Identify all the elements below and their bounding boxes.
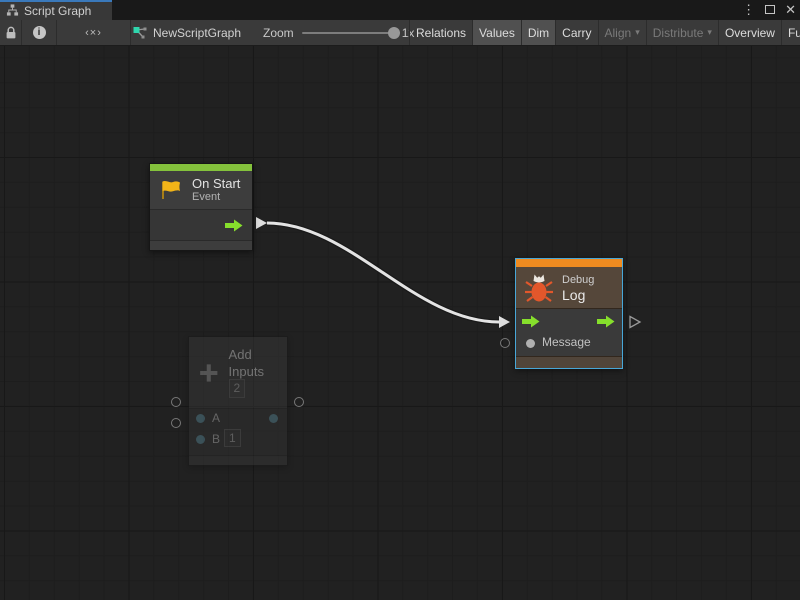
node-on-start[interactable]: On Start Event: [149, 163, 253, 251]
window-controls: ⋮ ✕: [742, 0, 796, 20]
script-graph-window: Script Graph ⋮ ✕ i ‹×›: [0, 0, 800, 600]
graph-toolbar: i ‹×› NewScriptGraph Zoom 1x Rel: [0, 20, 800, 46]
fullscreen-button[interactable]: Full S: [781, 20, 800, 45]
graph-name: NewScriptGraph: [153, 26, 241, 40]
port-a-label: A: [212, 411, 220, 425]
port-b-input[interactable]: [196, 435, 205, 444]
graph-hierarchy-icon: [6, 3, 19, 17]
lock-icon: [5, 26, 17, 40]
script-graph-asset-icon: [133, 26, 147, 40]
info-icon: i: [33, 26, 46, 39]
node-category: Debug: [562, 273, 594, 287]
debug-accent-bar: [516, 259, 622, 267]
info-button[interactable]: i: [22, 20, 57, 45]
exec-input-port[interactable]: [522, 315, 540, 328]
code-preview-button[interactable]: ‹×›: [57, 20, 131, 45]
add-output-unconnected-marker[interactable]: [294, 397, 304, 407]
tab-bar: Script Graph ⋮ ✕: [0, 0, 800, 20]
zoom-control: Zoom 1x: [263, 20, 414, 45]
node-debug-log[interactable]: Debug Log Message: [515, 258, 623, 369]
menu-icon[interactable]: ⋮: [742, 0, 755, 20]
maximize-icon[interactable]: [765, 1, 775, 19]
tab-script-graph[interactable]: Script Graph: [0, 0, 112, 20]
carry-button[interactable]: Carry: [555, 20, 597, 45]
chevron-down-icon: ▾: [707, 27, 712, 38]
node-footer: [189, 455, 287, 465]
message-port-label: Message: [542, 335, 591, 349]
distribute-dropdown[interactable]: Distribute ▾: [646, 20, 718, 45]
add-b-unconnected-marker[interactable]: [171, 418, 181, 428]
toolbar-toggle-group: Relations Values Dim Carry Align ▾ Distr…: [409, 20, 800, 45]
port-b-value-field[interactable]: 1: [224, 429, 241, 447]
flag-icon: [158, 177, 184, 203]
sum-output-port[interactable]: [269, 414, 278, 423]
node-footer: [516, 356, 622, 368]
node-subtitle: Event: [192, 191, 240, 204]
chevron-down-icon: ▾: [635, 27, 640, 38]
zoom-slider[interactable]: [302, 32, 394, 34]
debug-message-unconnected-marker[interactable]: [500, 338, 510, 348]
message-value-port[interactable]: [526, 339, 535, 348]
overview-button[interactable]: Overview: [718, 20, 781, 45]
zoom-slider-handle[interactable]: [388, 27, 400, 39]
align-dropdown[interactable]: Align ▾: [598, 20, 646, 45]
port-a-input[interactable]: [196, 414, 205, 423]
tab-title: Script Graph: [24, 3, 91, 18]
active-tab-indicator: [0, 0, 112, 2]
bug-icon: [524, 271, 554, 304]
graph-breadcrumb[interactable]: NewScriptGraph: [133, 20, 241, 45]
node-title: On Start: [192, 176, 240, 191]
close-icon[interactable]: ✕: [785, 0, 796, 20]
on-start-accent-bar: [150, 164, 252, 171]
code-icon: ‹×›: [85, 27, 102, 39]
add-a-unconnected-marker[interactable]: [171, 397, 181, 407]
exec-output-port[interactable]: [225, 219, 243, 232]
relations-button[interactable]: Relations: [409, 20, 472, 45]
node-title: Log: [562, 287, 594, 303]
inputs-label: Inputs: [229, 364, 264, 379]
values-button[interactable]: Values: [472, 20, 521, 45]
lock-button[interactable]: [0, 20, 22, 45]
dim-button[interactable]: Dim: [521, 20, 555, 45]
exec-output-port[interactable]: [597, 315, 615, 328]
node-title: Add: [229, 347, 279, 362]
zoom-label: Zoom: [263, 26, 294, 40]
graph-canvas[interactable]: [0, 46, 800, 600]
node-add[interactable]: Add Inputs 2 A B 1: [188, 336, 288, 466]
plus-icon: [197, 360, 221, 386]
node-footer: [150, 240, 252, 250]
port-b-label: B: [212, 432, 220, 446]
inputs-count-field[interactable]: 2: [229, 379, 246, 398]
